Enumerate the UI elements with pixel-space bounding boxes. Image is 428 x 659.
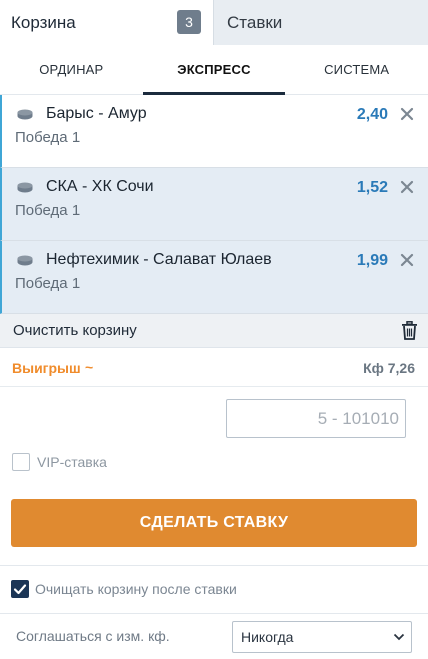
check-icon xyxy=(13,584,27,595)
agree-odds-label: Соглашаться с изм. кф. xyxy=(16,628,170,644)
bet-match: Нефтехимик - Салават Юлаев xyxy=(46,251,272,268)
bet-outcome: Победа 1 xyxy=(15,275,81,292)
bet-outcome: Победа 1 xyxy=(15,202,81,219)
bet-match: СКА - ХК Сочи xyxy=(46,178,154,195)
hockey-puck-icon xyxy=(17,182,33,193)
tab-bets[interactable]: Ставки xyxy=(213,0,428,45)
tab-bets-label: Ставки xyxy=(227,12,283,32)
bets-list: Барыс - Амур Победа 1 2,40 СКА - ХК Сочи… xyxy=(0,95,428,314)
bet-odds: 1,99 xyxy=(356,252,388,269)
trash-icon[interactable] xyxy=(401,321,418,340)
close-icon[interactable] xyxy=(399,106,415,122)
tab-cart[interactable]: Корзина 3 xyxy=(0,0,213,45)
divider xyxy=(0,565,428,566)
vip-label: VIP-ставка xyxy=(37,454,107,470)
close-icon[interactable] xyxy=(399,252,415,268)
win-approx: ~ xyxy=(85,359,94,375)
bet-type-tabs: ОРДИНАР ЭКСПРЕСС СИСТЕМА xyxy=(0,45,428,95)
cart-tabs: Корзина 3 Ставки xyxy=(0,0,428,45)
clear-cart-row[interactable]: Очистить корзину xyxy=(0,314,428,348)
tab-cart-label: Корзина xyxy=(11,12,76,32)
total-coefficient: Кф 7,26 xyxy=(363,360,415,376)
close-icon[interactable] xyxy=(399,179,415,195)
win-row: Выигрыш ~ Кф 7,26 xyxy=(0,348,428,387)
bet-item[interactable]: СКА - ХК Сочи Победа 1 1,52 xyxy=(0,168,428,241)
bet-item[interactable]: Барыс - Амур Победа 1 2,40 xyxy=(0,95,428,168)
tab-single[interactable]: ОРДИНАР xyxy=(0,45,143,94)
bet-odds: 2,40 xyxy=(356,106,388,123)
hockey-puck-icon xyxy=(17,109,33,120)
agree-odds-select[interactable]: Никогда xyxy=(232,621,412,653)
cart-count-badge: 3 xyxy=(177,10,201,34)
stake-input[interactable] xyxy=(226,399,406,438)
bet-match: Барыс - Амур xyxy=(46,105,147,122)
bet-odds: 1,52 xyxy=(356,179,388,196)
tab-system[interactable]: СИСТЕМА xyxy=(285,45,428,94)
chevron-down-icon xyxy=(393,633,405,641)
divider xyxy=(0,613,428,614)
tab-express[interactable]: ЭКСПРЕСС xyxy=(142,45,286,95)
bet-outcome: Победа 1 xyxy=(15,129,81,146)
win-label: Выигрыш xyxy=(12,360,81,376)
agree-odds-value: Никогда xyxy=(241,629,294,645)
bet-item[interactable]: Нефтехимик - Салават Юлаев Победа 1 1,99 xyxy=(0,241,428,314)
clear-after-bet-label: Очищать корзину после ставки xyxy=(35,581,237,597)
clear-after-bet-checkbox[interactable] xyxy=(11,580,29,598)
place-bet-button[interactable]: СДЕЛАТЬ СТАВКУ xyxy=(11,499,417,547)
clear-cart-label: Очистить корзину xyxy=(13,322,137,339)
hockey-puck-icon xyxy=(17,255,33,266)
vip-checkbox[interactable] xyxy=(12,453,30,471)
